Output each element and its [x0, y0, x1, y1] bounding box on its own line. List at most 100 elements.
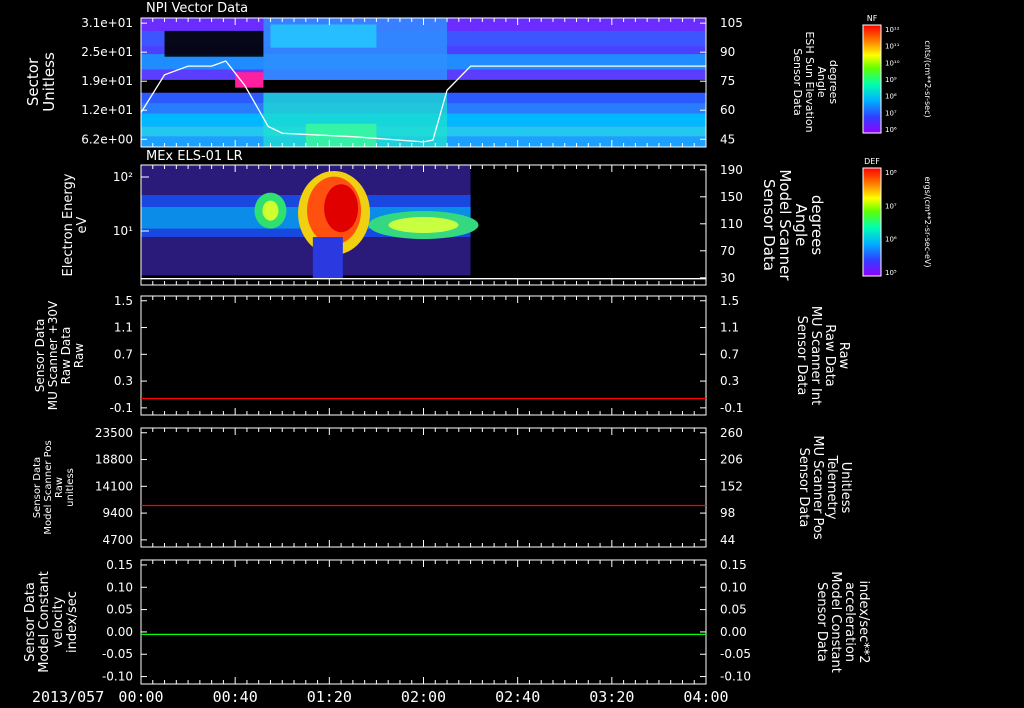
panel-title: NPI Vector Data — [146, 1, 248, 16]
right-axis-label-line: index/sec**2 — [856, 580, 871, 663]
right-tick-label: 90 — [720, 45, 735, 59]
colorbar-label: NF — [867, 14, 878, 23]
colorbar-tick-label: 10⁶ — [885, 126, 897, 134]
right-tick-label: 190 — [720, 163, 743, 177]
colorbar-tick-label: 10⁹ — [885, 76, 897, 84]
panel-frame-5 — [140, 559, 707, 685]
colorbar-tick-label: 10⁷ — [885, 109, 897, 117]
y-axis-label-line: index/sec — [65, 591, 80, 653]
right-axis-label: Sensor Data MU Scanner Pos Telemetry Unitle… — [796, 435, 853, 540]
right-axis-label-line: Angle — [815, 66, 828, 98]
heatmap-blob — [324, 184, 359, 233]
y-tick-label: 0.05 — [106, 603, 133, 617]
heatmap-band — [141, 79, 706, 93]
y-axis-label-line: velocity — [51, 596, 66, 647]
y-tick-label: -0.10 — [102, 670, 133, 684]
multi-panel-plot: 3.1e+01 2.5e+01 1.9e+01 1.2e+01 6.2e+00 105 90… — [23, 1, 932, 706]
right-tick-label: 152 — [720, 479, 743, 493]
heatmap-block — [312, 237, 343, 279]
x-tick-label: 02:00 — [401, 688, 446, 706]
y-axis-label-line: MU Scanner +30V — [46, 300, 60, 410]
y-axis-label-line: Raw — [54, 477, 65, 498]
right-tick-label: 0.05 — [720, 603, 747, 617]
heatmap-block — [235, 72, 264, 88]
y-tick-label: -0.05 — [102, 647, 133, 661]
heatmap-blob — [388, 217, 459, 233]
right-tick-label: 0.00 — [720, 625, 747, 639]
y-axis-label-line: Raw — [72, 343, 86, 368]
right-tick-label: 44 — [720, 533, 735, 547]
x-tick-label: 04:00 — [683, 688, 728, 706]
y-tick-label: 10¹ — [113, 224, 133, 238]
colorbar-tick-label: 10⁸ — [885, 93, 897, 101]
x-tick-label: 03:20 — [589, 688, 634, 706]
colorbar-tick-label: 10¹⁰ — [885, 59, 900, 67]
colorbar-unit-text: cnts/(cm**2-sr-sec) — [923, 40, 932, 117]
heatmap-block — [270, 24, 377, 48]
right-tick-label: 1.5 — [720, 294, 739, 308]
y-axis-label: Sensor Data Model Constant velocity index/s… — [23, 571, 80, 673]
colorbar-unit-text: ergs/(cm**2-sr-sec-eV) — [923, 176, 932, 267]
right-axis-label-line: Sensor Data — [796, 448, 811, 528]
y-axis-label-line: eV — [75, 216, 90, 233]
right-tick-label: 75 — [720, 74, 735, 88]
x-tick-label: 02:40 — [495, 688, 540, 706]
panels-layer: 3.1e+01 2.5e+01 1.9e+01 1.2e+01 6.2e+00 105 90… — [23, 1, 871, 685]
y-tick-label: -0.1 — [110, 401, 133, 415]
right-axis-label-line: acceleration — [842, 582, 857, 662]
y-tick-label: 1.1 — [114, 321, 133, 335]
colorbar-tick-label: 10⁷ — [885, 202, 897, 210]
right-axis-label-line: Sensor Data — [791, 48, 804, 115]
y-tick-label: 23500 — [95, 426, 133, 440]
y-tick-label: 9400 — [102, 506, 133, 520]
y-tick-label: 4700 — [102, 533, 133, 547]
y-tick-label: 1.2e+01 — [81, 103, 133, 117]
right-axis-label-line: Telemetry — [824, 454, 839, 519]
right-tick-label: 150 — [720, 190, 743, 204]
right-tick-label: 105 — [720, 16, 743, 30]
y-tick-label: 14100 — [95, 479, 133, 493]
right-axis-label-line: Sensor Data — [760, 179, 778, 271]
right-tick-label: -0.1 — [720, 401, 743, 415]
y-tick-label: 0.3 — [114, 374, 133, 388]
colorbar-tick-label: 10⁵ — [885, 269, 897, 277]
right-axis-label-line: MU Scanner Pos — [810, 435, 825, 540]
colorbar-tick-label: 10¹¹ — [885, 43, 900, 51]
right-axis-label-line: Raw — [836, 342, 851, 370]
right-tick-label: 0.10 — [720, 580, 747, 594]
right-axis-label-line: Sensor Data — [814, 582, 829, 662]
right-tick-label: 98 — [720, 506, 735, 520]
right-axis-label: Sensor Data MU Scanner Int Raw Data Raw — [794, 306, 851, 405]
x-tick-label: 00:40 — [213, 688, 258, 706]
y-tick-label: 2.5e+01 — [81, 45, 133, 59]
right-axis-label: Sensor Data ESH Sun Elevation Angle degrees — [791, 31, 840, 132]
y-axis-label-line: Unitless — [40, 52, 58, 112]
right-tick-label: -0.05 — [720, 647, 751, 661]
right-axis-label-line: Model Scanner — [776, 169, 794, 281]
colorbar-unit: cnts/(cm**2-sr-sec) — [923, 40, 932, 117]
colorbars: NF 10¹² 10¹¹ 10¹⁰ 10⁹ 10⁸ 10⁷ 10⁶ cnts/(cm**2-sr… — [862, 14, 932, 277]
y-axis-label-line: Model Constant — [37, 571, 52, 673]
y-axis-label: Electron Energy eV — [61, 173, 90, 276]
y-tick-label: 18800 — [95, 453, 133, 467]
x-tick-label: 00:00 — [118, 688, 163, 706]
x-axis-date: 2013/057 — [32, 688, 104, 706]
y-tick-label: 0.00 — [106, 625, 133, 639]
y-axis-label-line: Sensor Data — [23, 582, 38, 662]
y-axis-label-line: Sensor Data — [33, 319, 47, 393]
right-axis-label-line: Angle — [792, 204, 810, 247]
y-tick-label: 0.7 — [114, 347, 133, 361]
y-axis-label-line: Electron Energy — [61, 173, 76, 276]
y-tick-label: 0.15 — [106, 558, 133, 572]
y-axis-label: Sensor Data Model Scanner Pos Raw unitless — [32, 440, 76, 534]
y-axis-label-line: unitless — [65, 468, 76, 507]
right-tick-label: 1.1 — [720, 321, 739, 335]
right-axis-label-line: Unitless — [838, 462, 853, 514]
colorbar-tick-label: 10⁸ — [885, 169, 897, 177]
right-tick-label: 260 — [720, 426, 743, 440]
panel-frame-4 — [140, 427, 707, 548]
y-axis-label: Sensor Data MU Scanner +30V Raw Data Raw — [33, 300, 86, 410]
y-axis-label: SectorUnitless — [24, 52, 58, 112]
right-tick-label: -0.10 — [720, 670, 751, 684]
y-tick-label: 3.1e+01 — [81, 16, 133, 30]
